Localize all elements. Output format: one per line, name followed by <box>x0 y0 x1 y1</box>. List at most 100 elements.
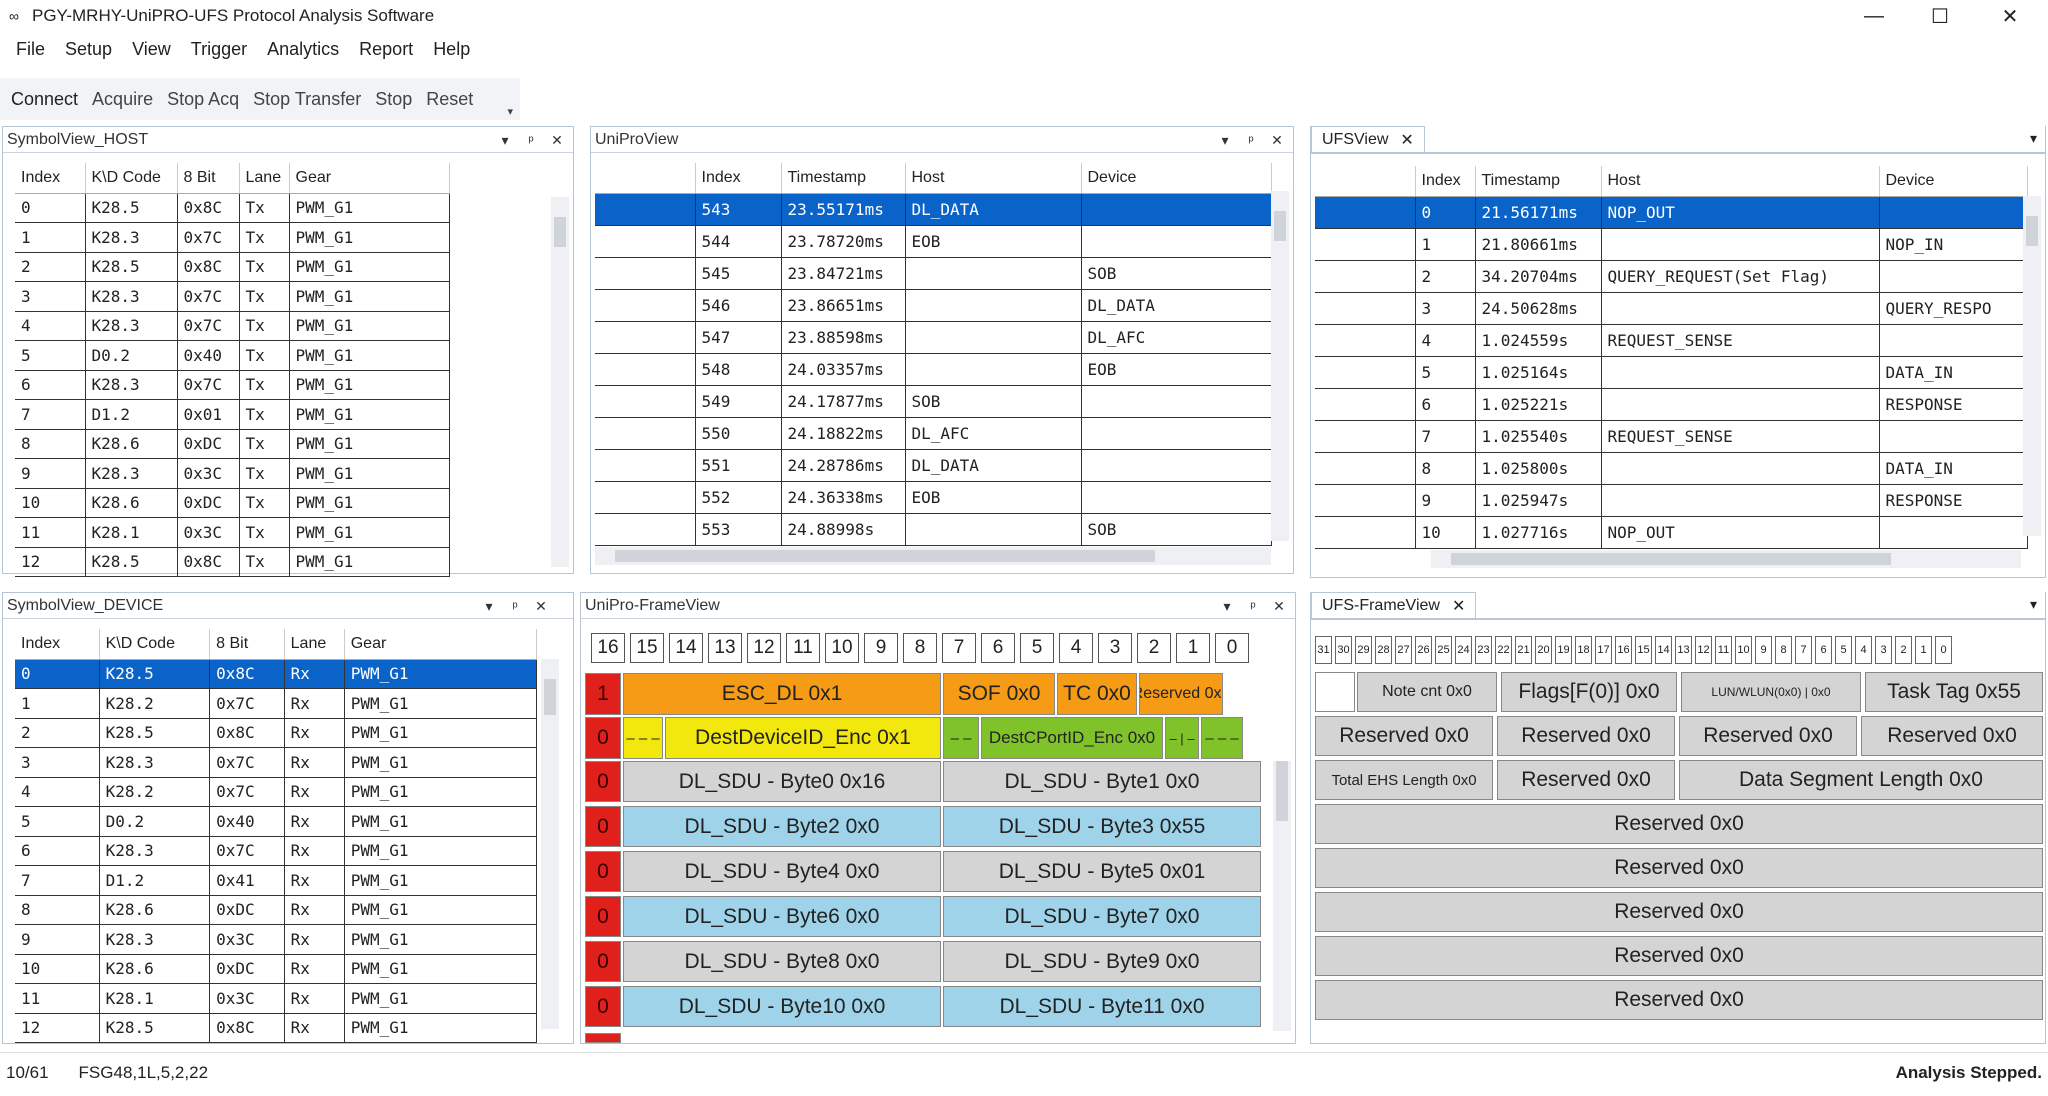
table-row[interactable]: 8 K28.6 0xDC Rx PWM_G1 <box>15 895 538 925</box>
menu-file[interactable]: File <box>16 39 45 60</box>
dl-sdu-byte-field[interactable]: DL_SDU - Byte7 0x0 <box>943 896 1261 937</box>
dest-cport-id-field[interactable]: DestCPortID_Enc 0x0 <box>981 717 1163 759</box>
table-row[interactable]: 545 23.84721ms SOB <box>595 257 1272 290</box>
column-header[interactable]: Timestamp <box>1475 166 1602 197</box>
dropdown-icon[interactable]: ▾ <box>493 127 517 153</box>
ufs-field[interactable]: Reserved 0x0 <box>1861 716 2043 756</box>
table-row[interactable]: 11 K28.1 0x3C Tx PWM_G1 <box>15 517 553 548</box>
tab-ufs-frameview[interactable]: UFS-FrameView ✕ <box>1311 592 1477 618</box>
table-row[interactable]: 2 K28.5 0x8C Tx PWM_G1 <box>15 252 553 282</box>
ufs-field[interactable]: Reserved 0x0 <box>1497 760 1675 800</box>
close-icon[interactable]: ✕ <box>545 127 569 153</box>
table-row[interactable]: 7 D1.2 0x41 Rx PWM_G1 <box>15 865 538 896</box>
stop-acq-button[interactable]: Stop Acq <box>167 89 239 110</box>
column-header[interactable]: Gear <box>344 629 538 660</box>
dl-sdu-byte-field[interactable]: DL_SDU - Byte5 0x01 <box>943 851 1261 892</box>
column-header[interactable] <box>1315 166 1416 197</box>
table-row[interactable]: 550 24.18822ms DL_AFC <box>595 417 1272 450</box>
pin-icon[interactable]: ᵖ <box>1241 593 1265 619</box>
close-icon[interactable]: ✕ <box>1267 593 1291 619</box>
minimize-button[interactable]: — <box>1844 0 1904 32</box>
close-icon[interactable]: ✕ <box>1452 596 1465 616</box>
dropdown-icon[interactable]: ▾ <box>1215 593 1239 619</box>
dest-device-id-field[interactable]: DestDeviceID_Enc 0x1 <box>665 717 941 759</box>
table-row[interactable]: 547 23.88598ms DL_AFC <box>595 321 1272 354</box>
dl-sdu-byte-field[interactable]: DL_SDU - Byte11 0x0 <box>943 986 1261 1027</box>
table-row[interactable]: 5 D0.2 0x40 Tx PWM_G1 <box>15 340 553 371</box>
column-header[interactable]: Host <box>905 163 1082 194</box>
table-row[interactable]: 3 24.50628ms QUERY_RESPO <box>1315 292 2028 325</box>
ufs-field[interactable]: Reserved 0x0 <box>1315 892 2043 932</box>
table-row[interactable]: 8 1.025800s DATA_IN <box>1315 452 2028 485</box>
vertical-scrollbar[interactable] <box>1271 191 1289 541</box>
dropdown-icon[interactable]: ▾ <box>1213 127 1237 153</box>
ufs-field[interactable]: Note cnt 0x0 <box>1357 672 1497 712</box>
menu-analytics[interactable]: Analytics <box>267 39 339 60</box>
column-header[interactable]: Index <box>15 163 86 194</box>
toolbar-overflow-icon[interactable]: ▾ <box>507 105 513 118</box>
pin-icon[interactable]: ᵖ <box>1239 127 1263 153</box>
menu-setup[interactable]: Setup <box>65 39 112 60</box>
table-row[interactable]: 11 K28.1 0x3C Rx PWM_G1 <box>15 983 538 1014</box>
dropdown-icon[interactable]: ▾ <box>2030 596 2037 613</box>
table-row[interactable]: 9 K28.3 0x3C Rx PWM_G1 <box>15 924 538 955</box>
table-row[interactable]: 544 23.78720ms EOB <box>595 225 1272 258</box>
ufs-field[interactable]: Reserved 0x0 <box>1315 716 1493 756</box>
ufs-field[interactable]: LUN/WLUN(0x0) | 0x0 <box>1681 672 1861 712</box>
tab-ufsview[interactable]: UFSView ✕ <box>1311 126 1425 152</box>
dl-sdu-byte-field[interactable]: DL_SDU - Byte3 0x55 <box>943 806 1261 847</box>
column-header[interactable]: K\D Code <box>99 629 211 660</box>
pin-icon[interactable]: ᵖ <box>519 127 543 153</box>
column-header[interactable]: Index <box>1415 166 1476 197</box>
menu-help[interactable]: Help <box>433 39 470 60</box>
reset-button[interactable]: Reset <box>426 89 473 110</box>
dl-sdu-byte-field[interactable]: DL_SDU - Byte10 0x0 <box>623 986 941 1027</box>
dl-sdu-byte-field[interactable]: DL_SDU - Byte9 0x0 <box>943 941 1261 982</box>
table-row[interactable]: 2 K28.5 0x8C Rx PWM_G1 <box>15 718 538 748</box>
acquire-button[interactable]: Acquire <box>92 89 153 110</box>
tc-field[interactable]: TC 0x0 <box>1057 673 1137 715</box>
ufs-field[interactable]: Reserved 0x0 <box>1315 980 2043 1020</box>
table-row[interactable]: 10 K28.6 0xDC Rx PWM_G1 <box>15 954 538 984</box>
ufs-field[interactable]: Reserved 0x0 <box>1679 716 1857 756</box>
column-header[interactable]: 8 Bit <box>177 163 240 194</box>
table-row[interactable]: 1 K28.3 0x7C Tx PWM_G1 <box>15 222 553 253</box>
stop-transfer-button[interactable]: Stop Transfer <box>253 89 361 110</box>
table-row[interactable]: 5 D0.2 0x40 Rx PWM_G1 <box>15 806 538 837</box>
column-header[interactable]: Lane <box>284 629 345 660</box>
horizontal-scrollbar[interactable] <box>595 547 1271 565</box>
table-row[interactable]: 0 K28.5 0x8C Tx PWM_G1 <box>15 193 553 223</box>
table-row[interactable]: 12 K28.5 0x8C Tx PWM_G1 <box>15 547 553 577</box>
column-header[interactable]: Index <box>15 629 100 660</box>
vertical-scrollbar[interactable] <box>541 659 559 1029</box>
ufs-field[interactable]: Reserved 0x0 <box>1315 936 2043 976</box>
pin-icon[interactable]: ᵖ <box>503 593 527 619</box>
table-row[interactable]: 551 24.28786ms DL_DATA <box>595 449 1272 482</box>
dl-sdu-byte-field[interactable]: DL_SDU - Byte8 0x0 <box>623 941 941 982</box>
esc-dl-field[interactable]: ESC_DL 0x1 <box>623 673 941 715</box>
column-header[interactable]: Timestamp <box>781 163 906 194</box>
ufs-field[interactable]: Task Tag 0x55 <box>1865 672 2043 712</box>
sof-field[interactable]: SOF 0x0 <box>943 673 1055 715</box>
maximize-button[interactable]: ☐ <box>1910 0 1970 32</box>
column-header[interactable]: K\D Code <box>85 163 178 194</box>
table-row[interactable]: 7 D1.2 0x01 Tx PWM_G1 <box>15 399 553 430</box>
table-row[interactable]: 4 1.024559s REQUEST_SENSE <box>1315 324 2028 357</box>
ufs-field[interactable]: Reserved 0x0 <box>1497 716 1675 756</box>
table-row[interactable]: 552 24.36338ms EOB <box>595 481 1272 514</box>
table-row[interactable]: 1 K28.2 0x7C Rx PWM_G1 <box>15 688 538 719</box>
table-row[interactable]: 6 K28.3 0x7C Tx PWM_G1 <box>15 370 553 400</box>
table-row[interactable]: 2 34.20704ms QUERY_REQUEST(Set Flag) <box>1315 260 2028 293</box>
vertical-scrollbar[interactable] <box>1273 761 1291 1031</box>
close-icon[interactable]: ✕ <box>529 593 553 619</box>
menu-view[interactable]: View <box>132 39 171 60</box>
ufs-field[interactable]: Flags[F(0)] 0x0 <box>1501 672 1677 712</box>
menu-trigger[interactable]: Trigger <box>191 39 247 60</box>
table-row[interactable]: 543 23.55171ms DL_DATA <box>595 193 1272 226</box>
close-window-button[interactable]: ✕ <box>1980 0 2040 32</box>
table-row[interactable]: 10 K28.6 0xDC Tx PWM_G1 <box>15 488 553 518</box>
ufs-field[interactable]: Reserved 0x0 <box>1315 848 2043 888</box>
table-row[interactable]: 0 K28.5 0x8C Rx PWM_G1 <box>15 659 538 689</box>
ufs-field[interactable]: Data Segment Length 0x0 <box>1679 760 2043 800</box>
ufs-field[interactable]: Reserved 0x0 <box>1315 804 2043 844</box>
